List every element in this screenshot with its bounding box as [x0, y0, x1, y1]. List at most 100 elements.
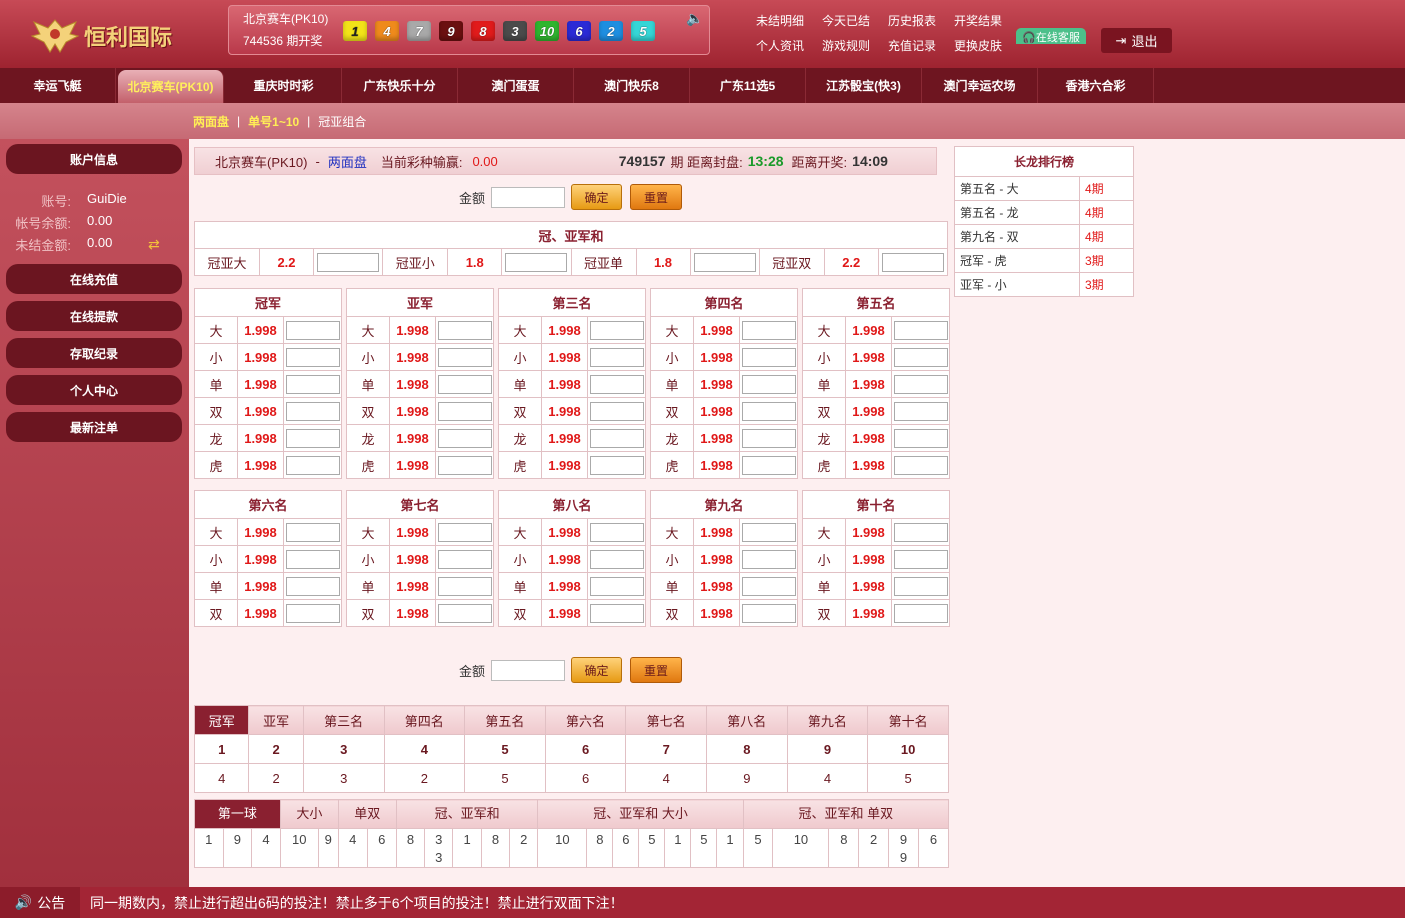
- refresh-icon[interactable]: ⇄: [148, 236, 160, 253]
- result-tab[interactable]: 第八名: [706, 705, 788, 735]
- bet-input[interactable]: [893, 374, 948, 394]
- bet-input[interactable]: [437, 549, 492, 569]
- bet-input[interactable]: [589, 455, 644, 475]
- online-service-button[interactable]: 🎧在线客服: [1016, 28, 1086, 44]
- bet-input[interactable]: [741, 455, 796, 475]
- bet-input[interactable]: [589, 347, 644, 367]
- bet-input[interactable]: [893, 320, 948, 340]
- bet-input[interactable]: [881, 252, 944, 272]
- bet-input[interactable]: [893, 347, 948, 367]
- subnav-two-sides[interactable]: 两面盘: [193, 113, 229, 130]
- bet-input[interactable]: [589, 603, 644, 623]
- stat-tab[interactable]: 第一球: [194, 799, 281, 829]
- bet-input[interactable]: [285, 347, 340, 367]
- result-tab[interactable]: 冠军: [193, 705, 250, 735]
- reset-button[interactable]: 重置: [630, 184, 683, 210]
- bet-input[interactable]: [741, 401, 796, 421]
- bet-input[interactable]: [589, 374, 644, 394]
- bet-input[interactable]: [893, 428, 948, 448]
- account-info-button[interactable]: 账户信息: [6, 144, 182, 174]
- result-tab[interactable]: 第七名: [625, 705, 707, 735]
- top-link[interactable]: 开奖结果: [954, 12, 1006, 29]
- stat-tab[interactable]: 单双: [337, 799, 397, 829]
- nav-item[interactable]: 澳门蛋蛋: [458, 68, 574, 103]
- result-tab[interactable]: 第十名: [867, 705, 949, 735]
- bet-input[interactable]: [741, 428, 796, 448]
- bet-input[interactable]: [589, 576, 644, 596]
- recharge-button[interactable]: 在线充值: [6, 264, 182, 294]
- result-tab[interactable]: 第九名: [786, 705, 869, 735]
- top-link[interactable]: 个人资讯: [756, 37, 808, 54]
- bet-input[interactable]: [741, 347, 796, 367]
- bet-input[interactable]: [437, 374, 492, 394]
- nav-item[interactable]: 澳门快乐8: [574, 68, 690, 103]
- nav-item[interactable]: 香港六合彩: [1038, 68, 1154, 103]
- bet-input[interactable]: [589, 549, 644, 569]
- bet-input[interactable]: [741, 603, 796, 623]
- top-link[interactable]: 充值记录: [888, 37, 940, 54]
- bet-input[interactable]: [741, 576, 796, 596]
- bet-input[interactable]: [437, 320, 492, 340]
- result-tab[interactable]: 第五名: [464, 705, 546, 735]
- nav-item[interactable]: 广东11选5: [690, 68, 806, 103]
- bet-input[interactable]: [893, 401, 948, 421]
- result-tab[interactable]: 亚军: [248, 705, 304, 735]
- bet-input[interactable]: [589, 320, 644, 340]
- nav-item[interactable]: 北京赛车(PK10): [118, 70, 224, 103]
- bet-input[interactable]: [437, 428, 492, 448]
- bet-input[interactable]: [589, 428, 644, 448]
- records-button[interactable]: 存取纪录: [6, 338, 182, 368]
- nav-item[interactable]: 澳门幸运农场: [922, 68, 1038, 103]
- top-link[interactable]: 更换皮肤: [954, 37, 1006, 54]
- info-mode[interactable]: 两面盘: [328, 152, 367, 171]
- top-link[interactable]: 未结明细: [756, 12, 808, 29]
- bet-input[interactable]: [437, 576, 492, 596]
- bet-input[interactable]: [285, 374, 340, 394]
- bet-input[interactable]: [285, 522, 340, 542]
- bet-input[interactable]: [285, 576, 340, 596]
- reset-button[interactable]: 重置: [630, 657, 683, 683]
- bet-input[interactable]: [285, 428, 340, 448]
- bet-input[interactable]: [741, 549, 796, 569]
- result-tab[interactable]: 第六名: [544, 705, 627, 735]
- bet-input[interactable]: [741, 374, 796, 394]
- subnav-combination[interactable]: 冠亚组合: [318, 113, 366, 130]
- nav-item[interactable]: 幸运飞艇: [0, 68, 116, 103]
- bet-input[interactable]: [437, 347, 492, 367]
- bet-input[interactable]: [893, 576, 948, 596]
- result-tab[interactable]: 第四名: [383, 705, 466, 735]
- result-tab[interactable]: 第三名: [302, 705, 385, 735]
- nav-item[interactable]: 江苏骰宝(快3): [806, 68, 922, 103]
- bet-input[interactable]: [437, 603, 492, 623]
- bet-input[interactable]: [741, 522, 796, 542]
- bet-input[interactable]: [893, 522, 948, 542]
- bet-input[interactable]: [317, 252, 380, 272]
- bet-input[interactable]: [285, 549, 340, 569]
- bet-input[interactable]: [285, 603, 340, 623]
- bet-input[interactable]: [285, 401, 340, 421]
- bet-input[interactable]: [437, 522, 492, 542]
- bet-input[interactable]: [893, 455, 948, 475]
- subnav-single-number[interactable]: 单号1~10: [248, 113, 299, 130]
- amount-input[interactable]: [491, 659, 566, 681]
- bet-input[interactable]: [505, 252, 568, 272]
- sound-icon[interactable]: 🔈: [686, 10, 703, 27]
- bet-input[interactable]: [285, 320, 340, 340]
- confirm-button[interactable]: 确定: [571, 657, 623, 683]
- latest-bets-button[interactable]: 最新注单: [6, 412, 182, 442]
- top-link[interactable]: 历史报表: [888, 12, 940, 29]
- nav-item[interactable]: 重庆时时彩: [226, 68, 342, 103]
- amount-input[interactable]: [491, 186, 566, 208]
- bet-input[interactable]: [285, 455, 340, 475]
- confirm-button[interactable]: 确定: [571, 184, 623, 210]
- bet-input[interactable]: [589, 401, 644, 421]
- logout-button[interactable]: ⇥ 退出: [1101, 28, 1172, 53]
- bet-input[interactable]: [589, 522, 644, 542]
- bet-input[interactable]: [693, 252, 756, 272]
- bet-input[interactable]: [741, 320, 796, 340]
- personal-center-button[interactable]: 个人中心: [6, 375, 182, 405]
- top-link[interactable]: 今天已结: [822, 12, 874, 29]
- withdraw-button[interactable]: 在线提款: [6, 301, 182, 331]
- stat-tab[interactable]: 冠、亚军和: [395, 799, 539, 829]
- stat-tab[interactable]: 冠、亚军和 单双: [742, 799, 950, 829]
